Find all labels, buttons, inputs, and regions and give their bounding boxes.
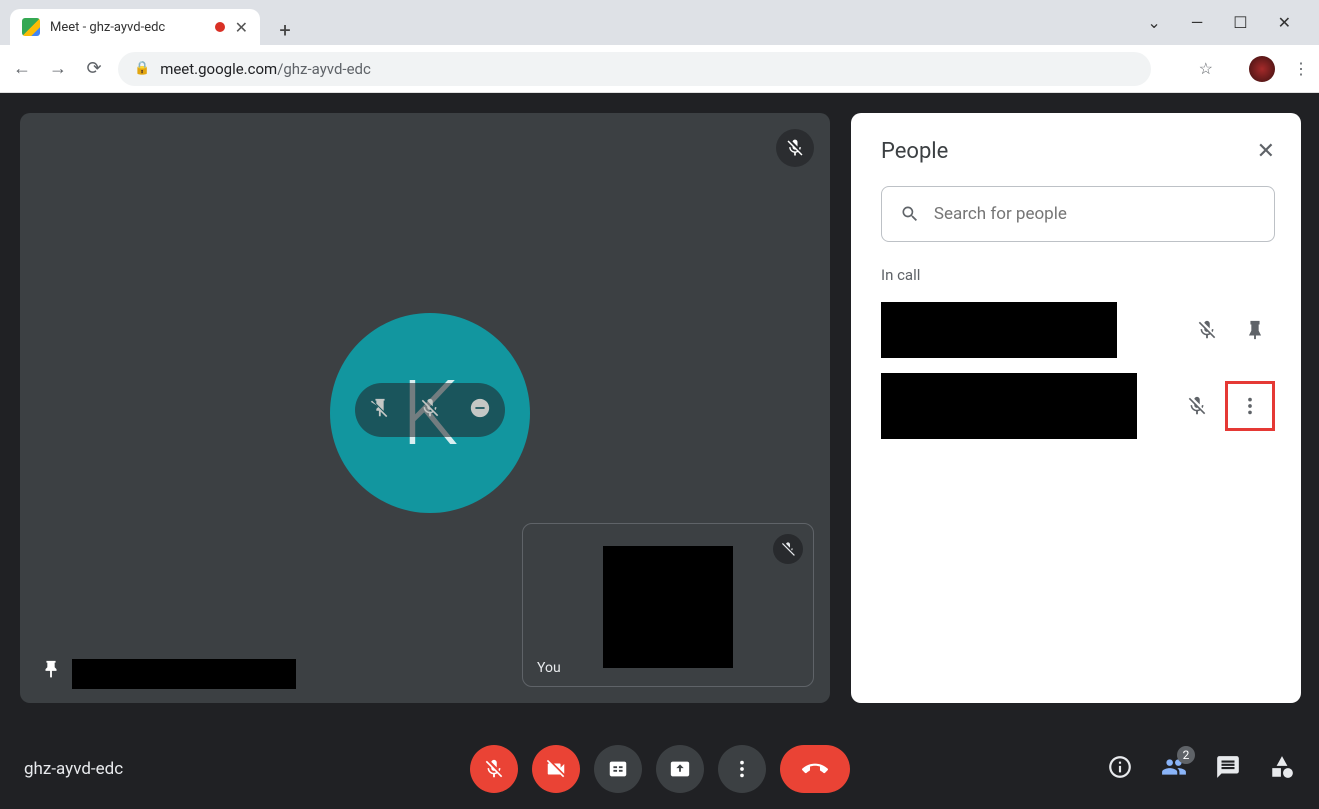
minimize-icon[interactable]: — <box>1191 13 1204 32</box>
close-window-icon[interactable]: ✕ <box>1278 13 1291 32</box>
unpin-icon[interactable] <box>369 397 391 423</box>
url-host: meet.google.com <box>160 60 277 78</box>
bookmark-star-icon[interactable]: ☆ <box>1199 59 1213 78</box>
meeting-code: ghz-ayvd-edc <box>24 759 123 779</box>
mic-off-icon[interactable] <box>1187 319 1227 341</box>
more-options-button[interactable] <box>718 745 766 793</box>
toggle-camera-button[interactable] <box>532 745 580 793</box>
activities-button[interactable] <box>1269 754 1295 784</box>
people-count-badge: 2 <box>1177 746 1195 764</box>
self-label: You <box>537 660 561 676</box>
recording-indicator-icon <box>215 22 225 32</box>
address-bar[interactable]: 🔒 meet.google.com/ghz-ayvd-edc <box>118 52 1151 86</box>
browser-tab[interactable]: Meet - ghz-ayvd-edc ✕ <box>10 9 260 45</box>
lock-icon: 🔒 <box>134 61 150 76</box>
reload-icon[interactable]: ⟳ <box>82 58 106 79</box>
captions-button[interactable] <box>594 745 642 793</box>
tab-close-icon[interactable]: ✕ <box>235 18 248 37</box>
present-screen-button[interactable] <box>656 745 704 793</box>
toggle-mic-button[interactable] <box>470 745 518 793</box>
window-controls: ⌄ — ☐ ✕ <box>1147 0 1319 45</box>
more-vert-icon <box>1239 395 1261 417</box>
panel-title: People <box>881 139 948 164</box>
search-people-input[interactable] <box>934 204 1256 224</box>
browser-toolbar: ← → ⟳ 🔒 meet.google.com/ghz-ayvd-edc ☆ ⋮ <box>0 45 1319 93</box>
people-button[interactable]: 2 <box>1161 754 1187 784</box>
search-icon <box>900 203 920 225</box>
new-tab-button[interactable]: + <box>270 15 300 45</box>
self-muted-icon <box>773 534 803 564</box>
leave-call-button[interactable] <box>780 745 850 793</box>
self-video-tile[interactable]: You <box>522 523 814 687</box>
person-row <box>881 378 1275 434</box>
participant-muted-icon <box>776 129 814 167</box>
forward-icon[interactable]: → <box>46 58 70 79</box>
person-row <box>881 302 1275 358</box>
pin-outline-icon[interactable] <box>1235 319 1275 341</box>
back-icon[interactable]: ← <box>10 58 34 79</box>
mute-participant-icon[interactable] <box>419 397 441 423</box>
remove-participant-icon[interactable] <box>469 397 491 423</box>
tab-title: Meet - ghz-ayvd-edc <box>50 20 205 35</box>
search-people-field[interactable] <box>881 186 1275 242</box>
meet-favicon <box>22 18 40 36</box>
profile-avatar[interactable] <box>1249 56 1275 82</box>
person-name-redacted <box>881 373 1137 439</box>
browser-menu-icon[interactable]: ⋮ <box>1293 59 1309 78</box>
participant-name-redacted <box>72 659 296 689</box>
chevron-down-icon[interactable]: ⌄ <box>1147 13 1160 32</box>
self-thumbnail <box>603 546 733 668</box>
chat-button[interactable] <box>1215 754 1241 784</box>
url-path: /ghz-ayvd-edc <box>277 60 371 78</box>
pin-icon[interactable] <box>40 659 62 685</box>
people-panel: People ✕ In call <box>851 113 1301 703</box>
person-more-options-highlighted[interactable] <box>1225 381 1275 431</box>
main-video-tile[interactable]: K You <box>20 113 830 703</box>
meeting-details-button[interactable] <box>1107 754 1133 784</box>
mic-off-icon[interactable] <box>1177 395 1217 417</box>
maximize-icon[interactable]: ☐ <box>1233 13 1247 32</box>
browser-tabbar: Meet - ghz-ayvd-edc ✕ + <box>0 0 1319 45</box>
meet-bottom-bar: ghz-ayvd-edc 2 <box>0 729 1319 809</box>
in-call-label: In call <box>881 266 1275 284</box>
meet-app: K You People ✕ In call <box>0 93 1319 809</box>
panel-close-icon[interactable]: ✕ <box>1257 139 1275 164</box>
person-name-redacted <box>881 302 1117 358</box>
tile-hover-controls <box>355 383 505 437</box>
